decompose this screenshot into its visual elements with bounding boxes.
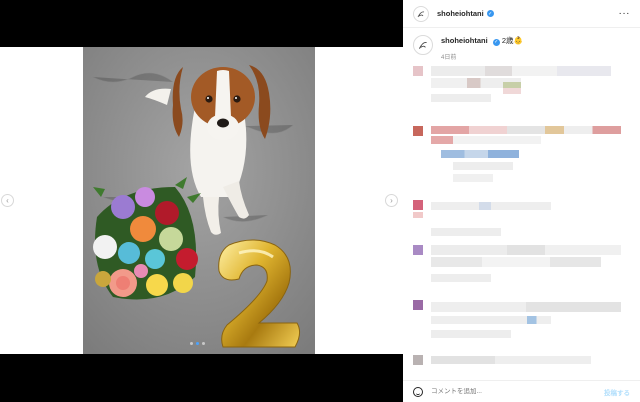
comment-text-blurred (431, 126, 621, 134)
header-username[interactable]: shoheiohtani (437, 9, 484, 18)
next-slide-button[interactable]: › (385, 194, 398, 207)
comment-avatar-blurred (413, 300, 423, 310)
comment-meta-blurred (453, 162, 513, 170)
comment-emoji-blurred (503, 82, 521, 94)
comment-input[interactable] (431, 388, 581, 395)
comment-text-blurred (431, 302, 621, 312)
signature-logo-icon (418, 41, 427, 49)
caption-body: shoheiohtani ✓ 2歳👶 4日前 (441, 35, 523, 61)
comment-text-blurred (431, 202, 551, 210)
comment-composer: 投稿する (403, 380, 640, 402)
post-comment-button[interactable]: 投稿する (604, 387, 630, 397)
comment-avatar-blurred (413, 200, 423, 210)
comment-text-blurred (431, 245, 621, 255)
comment-text-blurred (431, 316, 551, 324)
dog-flowers-balloon-image (83, 47, 315, 354)
caption-line: shoheiohtani ✓ 2歳👶 (441, 35, 523, 46)
comment-replies-blurred (441, 150, 519, 158)
chevron-right-icon: › (390, 196, 393, 205)
caption-username[interactable]: shoheiohtani (441, 36, 488, 45)
emoji-icon[interactable] (413, 386, 423, 397)
comment-avatar-blurred (413, 355, 423, 365)
caption-text: 2歳👶 (501, 36, 523, 45)
caption: shoheiohtani ✓ 2歳👶 4日前 (413, 35, 523, 61)
comment-avatar-blurred (413, 245, 423, 255)
comment-avatar-blurred (413, 126, 423, 136)
caption-avatar[interactable] (413, 35, 433, 55)
comment-text-blurred (431, 356, 591, 364)
comment-meta-blurred (431, 228, 501, 236)
signature-logo-icon (417, 10, 425, 17)
chevron-left-icon: ‹ (6, 196, 9, 205)
carousel-dot-active (196, 342, 199, 345)
more-options-icon[interactable]: ··· (619, 8, 631, 19)
comment-text-blurred (431, 257, 601, 267)
post-side-panel: shoheiohtani ✓ ··· shoheiohtani ✓ 2歳👶 4日… (403, 0, 640, 402)
comment-text-blurred (431, 66, 611, 76)
comment-meta-blurred (431, 94, 491, 102)
comment-avatar-blurred (413, 66, 423, 76)
comment-meta-blurred (431, 274, 491, 282)
comment-meta-blurred (431, 330, 511, 338)
comment-emoji-blurred (413, 212, 423, 218)
carousel-dot (202, 342, 205, 345)
post-header: shoheiohtani ✓ ··· (403, 0, 640, 28)
verified-badge-icon: ✓ (492, 38, 500, 46)
carousel-indicator (190, 342, 205, 345)
comments-list-pixelated (403, 60, 640, 372)
previous-slide-button[interactable]: ‹ (1, 194, 14, 207)
comment-meta-blurred (453, 174, 493, 182)
comment-text-blurred (431, 136, 541, 144)
post-photo[interactable] (83, 47, 315, 354)
carousel-dot (190, 342, 193, 345)
verified-badge-icon: ✓ (486, 10, 494, 17)
instagram-post-modal: ‹ › shoheiohtani ✓ ··· shoheiohtani ✓ 2歳… (0, 0, 640, 402)
avatar[interactable] (413, 5, 429, 22)
media-pane: ‹ › (0, 0, 403, 402)
